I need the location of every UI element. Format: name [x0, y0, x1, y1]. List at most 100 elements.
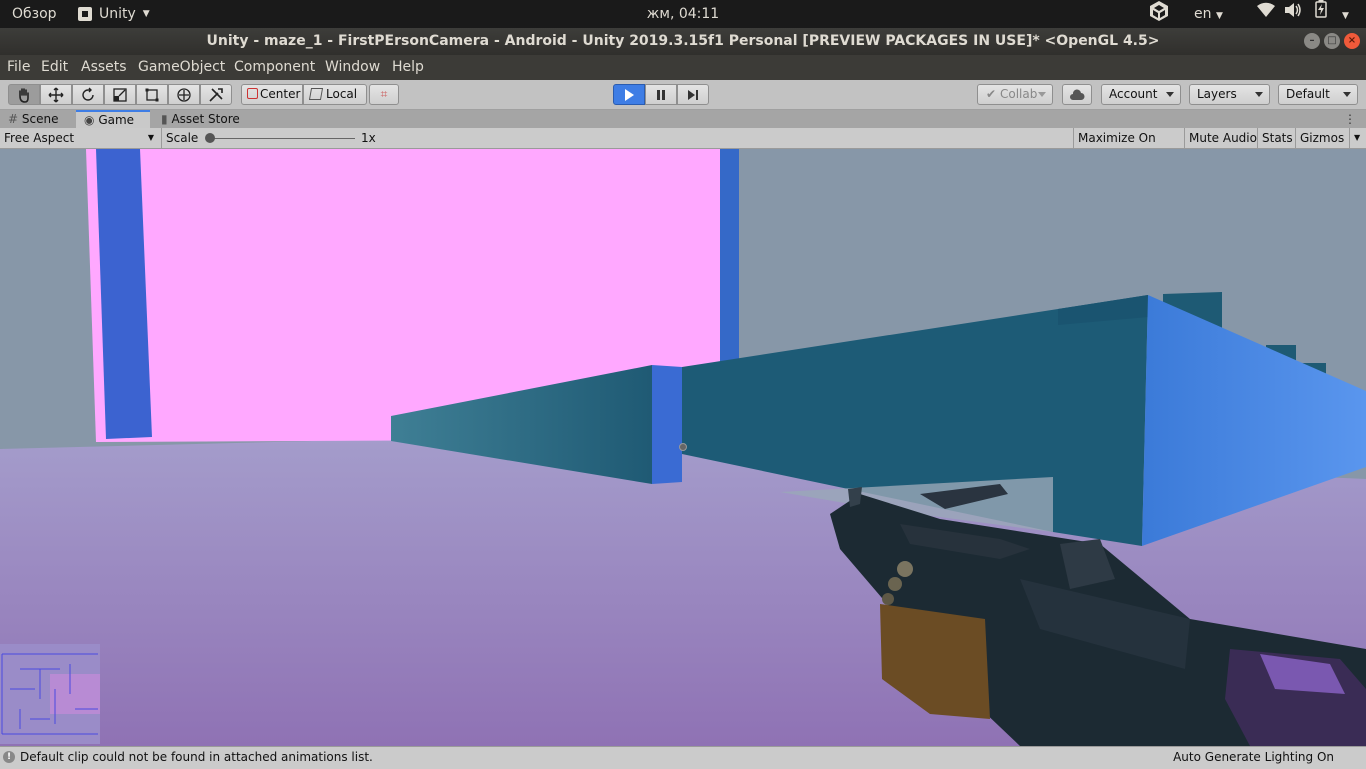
chevron-down-icon [1038, 92, 1046, 97]
auto-lighting-status[interactable]: Auto Generate Lighting On [1173, 747, 1334, 768]
aspect-dropdown[interactable]: Free Aspect ▼ [0, 128, 160, 148]
window-titlebar[interactable]: Unity - maze_1 - FirstPErsonCamera - And… [0, 28, 1366, 55]
rect-tool-button[interactable] [136, 84, 168, 105]
menu-gameobject[interactable]: GameObject [138, 55, 225, 80]
console-last-message[interactable]: Default clip could not be found in attac… [20, 747, 373, 768]
tab-options-menu-icon[interactable]: ⋮ [1344, 110, 1356, 128]
pivot-mode-label: Center [260, 87, 301, 101]
scale-label: Scale [161, 128, 201, 148]
rect-icon [145, 88, 159, 102]
collab-dropdown[interactable]: ✔ Collab [977, 84, 1053, 105]
maximize-button[interactable]: □ [1324, 33, 1340, 49]
chevron-down-icon [1166, 92, 1174, 97]
cloud-icon [1070, 89, 1085, 100]
pause-button[interactable] [645, 84, 677, 105]
grid-icon: # [8, 112, 19, 126]
close-button[interactable]: × [1344, 33, 1360, 49]
play-button[interactable] [613, 84, 645, 105]
game-viewport[interactable] [0, 149, 1366, 746]
mute-audio-toggle[interactable]: Mute Audio [1184, 128, 1257, 148]
gamepad-icon: ◉ [84, 113, 95, 127]
menu-file[interactable]: File [7, 55, 30, 80]
hand-tool-button[interactable] [8, 84, 40, 105]
layout-dropdown[interactable]: Default [1278, 84, 1358, 105]
maximize-on-play-toggle[interactable]: Maximize On Play [1073, 128, 1184, 165]
chevron-down-icon [1255, 92, 1263, 97]
tab-asset-store[interactable]: ▮ Asset Store [153, 110, 263, 128]
pivot-rotation-button[interactable]: Local [303, 84, 367, 105]
collab-label: Collab [1000, 87, 1038, 101]
minimap [0, 644, 100, 744]
tab-game[interactable]: ◉ Game [76, 110, 150, 128]
move-icon [48, 87, 64, 103]
tab-asset-store-label: Asset Store [171, 112, 240, 126]
layout-label: Default [1286, 87, 1330, 101]
scale-slider-thumb[interactable] [205, 133, 215, 143]
window-controls: – □ × [1304, 33, 1360, 49]
scale-value: 1x [361, 131, 376, 145]
move-tool-button[interactable] [40, 84, 72, 105]
menu-window[interactable]: Window [325, 55, 380, 80]
chevron-down-icon [1343, 92, 1351, 97]
hand-icon [19, 88, 29, 103]
blue-pillar-right [720, 149, 739, 369]
pivot-mode-button[interactable]: Center [241, 84, 303, 105]
menu-help[interactable]: Help [392, 55, 424, 80]
scale-tool-button[interactable] [104, 84, 136, 105]
app-menu[interactable]: Unity ▼ [78, 0, 150, 28]
account-label: Account [1109, 87, 1158, 101]
gizmos-toggle[interactable]: Gizmos [1295, 128, 1350, 148]
menu-edit[interactable]: Edit [41, 55, 68, 80]
pause-icon [657, 90, 665, 100]
menu-component[interactable]: Component [234, 55, 315, 80]
system-menu-chevron-icon[interactable]: ▼ [1342, 0, 1349, 28]
step-button[interactable] [677, 84, 709, 105]
tab-scene-label: Scene [21, 112, 59, 126]
info-icon: ! [3, 751, 15, 763]
step-icon [688, 90, 698, 100]
grid-snap-icon: ⌗ [380, 87, 388, 101]
play-icon [625, 89, 634, 101]
app-menu-label: Unity [99, 6, 136, 22]
status-bar: ! Default clip could not be found in att… [0, 746, 1366, 769]
store-icon: ▮ [161, 112, 168, 126]
stats-toggle[interactable]: Stats [1257, 128, 1295, 148]
window-title: Unity - maze_1 - FirstPErsonCamera - And… [206, 33, 1160, 49]
unity-hub-tray-icon[interactable] [1148, 0, 1170, 28]
minimize-button[interactable]: – [1304, 33, 1320, 49]
chevron-down-icon: ▼ [142, 9, 150, 19]
language-label: en [1194, 6, 1212, 22]
game-render [0, 149, 1366, 746]
transform-icon [177, 88, 191, 102]
check-icon: ✔ [986, 87, 997, 101]
scale-icon [113, 88, 127, 102]
scale-slider-track[interactable] [210, 138, 355, 139]
activities-button[interactable]: Обзор [12, 0, 57, 28]
battery-icon[interactable] [1315, 0, 1327, 28]
layers-dropdown[interactable]: Layers [1189, 84, 1270, 105]
system-top-panel: Обзор Unity ▼ жм, 04:11 en ▼ ▼ [0, 0, 1366, 28]
transform-tool-button[interactable] [168, 84, 200, 105]
language-indicator[interactable]: en ▼ [1194, 0, 1223, 28]
cube-icon [308, 88, 324, 100]
rotate-icon [82, 87, 94, 101]
view-tab-strip: # Scene ◉ Game ▮ Asset Store ⋮ [0, 110, 1366, 128]
tools-icon [209, 88, 223, 102]
rotate-tool-button[interactable] [72, 84, 104, 105]
chevron-down-icon: ▼ [1215, 11, 1223, 21]
layers-label: Layers [1197, 87, 1237, 101]
cloud-button[interactable] [1062, 84, 1092, 105]
tab-game-label: Game [98, 113, 135, 127]
main-toolbar: Center Local ⌗ ✔ Collab Account Layers D… [0, 80, 1366, 110]
wifi-icon[interactable] [1257, 0, 1275, 28]
chevron-down-icon: ▼ [147, 133, 154, 142]
gizmos-dropdown-chevron-icon[interactable]: ▼ [1349, 128, 1366, 148]
tab-scene[interactable]: # Scene [0, 110, 76, 128]
snap-grid-button[interactable]: ⌗ [369, 84, 399, 105]
volume-icon[interactable] [1284, 0, 1302, 28]
pivot-center-icon [247, 88, 258, 99]
custom-tool-button[interactable] [200, 84, 232, 105]
menu-assets[interactable]: Assets [81, 55, 127, 80]
account-dropdown[interactable]: Account [1101, 84, 1181, 105]
pivot-rotation-label: Local [326, 87, 358, 101]
